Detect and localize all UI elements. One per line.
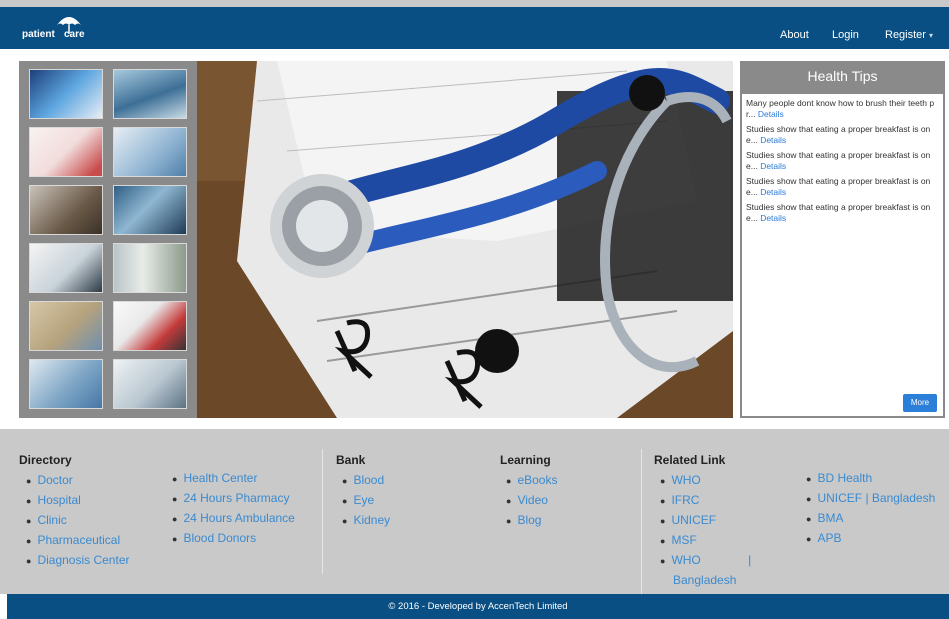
learning-link[interactable]: ● Blog bbox=[506, 511, 557, 531]
directory-title: Directory bbox=[19, 453, 72, 467]
thumbnail-hospital-corridor[interactable] bbox=[113, 243, 187, 293]
nav-register-label: Register bbox=[885, 29, 926, 41]
nav-login[interactable]: Login bbox=[832, 29, 859, 41]
copyright-text: © 2016 - Developed by AccenTech Limited bbox=[388, 601, 568, 612]
details-link[interactable]: Details bbox=[760, 161, 786, 171]
health-tips-list: Many people dont know how to brush their… bbox=[742, 94, 943, 416]
thumbnail-operating-room[interactable] bbox=[113, 69, 187, 119]
chevron-down-icon: ▾ bbox=[928, 31, 933, 40]
related-link-title: Related Link bbox=[654, 453, 726, 467]
bank-link[interactable]: ● Blood bbox=[342, 471, 390, 491]
thumbnail-calendar[interactable] bbox=[29, 127, 103, 177]
nav-register[interactable]: Register ▾ bbox=[885, 29, 933, 41]
details-link[interactable]: Details bbox=[760, 187, 786, 197]
thumbnail-heart-monitor[interactable] bbox=[29, 243, 103, 293]
top-strip bbox=[0, 0, 949, 7]
thumbnail-medical-equipment[interactable] bbox=[29, 301, 103, 351]
health-tips-title: Health Tips bbox=[807, 68, 878, 84]
learning-title: Learning bbox=[500, 453, 551, 467]
directory-list: ● Doctor ● Hospital ● Clinic ● Pharmaceutica… bbox=[26, 471, 129, 571]
health-tip-item: Studies show that eating a proper breakf… bbox=[742, 124, 943, 146]
health-tips-panel: Health Tips Many people dont know how to… bbox=[740, 61, 945, 418]
more-button[interactable]: More bbox=[903, 394, 937, 412]
stethoscope-prescription-illustration bbox=[197, 61, 733, 418]
learning-link[interactable]: ● eBooks bbox=[506, 471, 557, 491]
logo-text-left: patient bbox=[22, 29, 55, 40]
related-link[interactable]: ● UNICEF bbox=[660, 511, 790, 531]
directory-link[interactable]: ● Health Center bbox=[172, 469, 295, 489]
thumbnail-surgeons[interactable] bbox=[113, 185, 187, 235]
directory-link[interactable]: ● Hospital bbox=[26, 491, 129, 511]
related-link-list: ● WHO ● IFRC ● UNICEF ● MSF ● WHO | Banglades… bbox=[660, 471, 790, 590]
related-link-list-2: ● BD Health ● UNICEF | Bangladesh ● BMA ● AP… bbox=[806, 469, 935, 549]
thumbnail-health-network[interactable] bbox=[29, 359, 103, 409]
nav-about[interactable]: About bbox=[780, 29, 809, 41]
navbar: patient care About Login Register ▾ bbox=[0, 7, 949, 49]
thumbnail-gallery bbox=[19, 61, 197, 418]
directory-link[interactable]: ● Pharmaceutical bbox=[26, 531, 129, 551]
footer-divider bbox=[641, 449, 642, 594]
logo[interactable]: patient care bbox=[22, 17, 92, 47]
footer: Directory ● Doctor ● Hospital ● Clinic ● Pha… bbox=[0, 429, 949, 594]
related-link[interactable]: ● MSF bbox=[660, 531, 790, 551]
footer-divider bbox=[322, 449, 323, 574]
directory-list-2: ● Health Center ● 24 Hours Pharmacy ● 24 Ho… bbox=[172, 469, 295, 549]
directory-link[interactable]: ● Diagnosis Center bbox=[26, 551, 129, 571]
bank-list: ● Blood ● Eye ● Kidney bbox=[342, 471, 390, 531]
learning-list: ● eBooks ● Video ● Blog bbox=[506, 471, 557, 531]
health-tip-item: Many people dont know how to brush their… bbox=[742, 98, 943, 120]
directory-link[interactable]: ● 24 Hours Ambulance bbox=[172, 509, 295, 529]
related-link[interactable]: ● IFRC bbox=[660, 491, 790, 511]
thumbnail-home-care[interactable] bbox=[113, 301, 187, 351]
thumbnail-doctor-tablet[interactable] bbox=[113, 127, 187, 177]
health-tip-item: Studies show that eating a proper breakf… bbox=[742, 202, 943, 224]
directory-link[interactable]: ● Blood Donors bbox=[172, 529, 295, 549]
copyright-bar: © 2016 - Developed by AccenTech Limited bbox=[7, 594, 949, 619]
details-link[interactable]: Details bbox=[760, 135, 786, 145]
related-link[interactable]: ● BMA bbox=[806, 509, 935, 529]
related-link[interactable]: ● APB bbox=[806, 529, 935, 549]
hero-image bbox=[197, 61, 733, 418]
health-tip-item: Studies show that eating a proper breakf… bbox=[742, 150, 943, 172]
details-link[interactable]: Details bbox=[758, 109, 784, 119]
thumbnail-molecules[interactable] bbox=[29, 69, 103, 119]
related-link[interactable]: ● BD Health bbox=[806, 469, 935, 489]
bank-link[interactable]: ● Kidney bbox=[342, 511, 390, 531]
details-link[interactable]: Details bbox=[760, 213, 786, 223]
main-content: Health Tips Many people dont know how to… bbox=[19, 61, 945, 418]
related-link[interactable]: ● WHO bbox=[660, 471, 790, 491]
related-link[interactable]: ● WHO | Bangladesh bbox=[660, 551, 790, 590]
bank-link[interactable]: ● Eye bbox=[342, 491, 390, 511]
related-link[interactable]: ● UNICEF | Bangladesh bbox=[806, 489, 935, 509]
thumbnail-laboratory[interactable] bbox=[113, 359, 187, 409]
directory-link[interactable]: ● Doctor bbox=[26, 471, 129, 491]
logo-text-right: care bbox=[64, 29, 85, 40]
directory-link[interactable]: ● 24 Hours Pharmacy bbox=[172, 489, 295, 509]
health-tip-item: Studies show that eating a proper breakf… bbox=[742, 176, 943, 198]
directory-link[interactable]: ● Clinic bbox=[26, 511, 129, 531]
thumbnail-stethoscope[interactable] bbox=[29, 185, 103, 235]
learning-link[interactable]: ● Video bbox=[506, 491, 557, 511]
bank-title: Bank bbox=[336, 453, 366, 467]
